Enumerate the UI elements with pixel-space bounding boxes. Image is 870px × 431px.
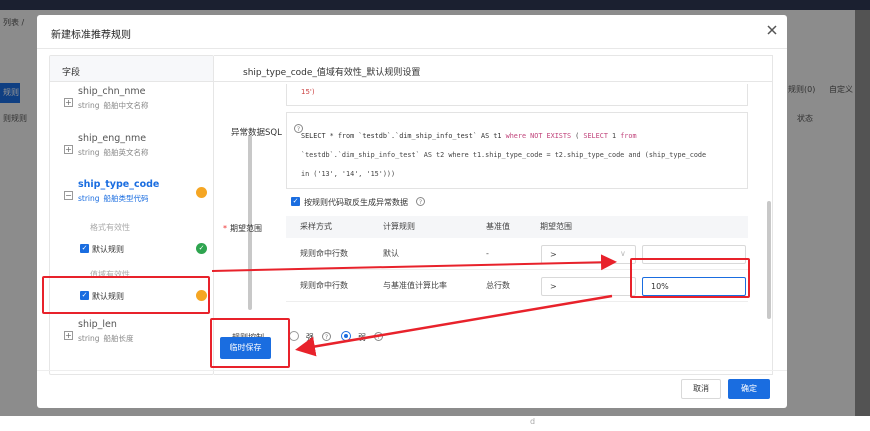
expand-icon[interactable]: + [64, 145, 73, 154]
expected-range-label: * 期望范围 [223, 224, 262, 233]
help-icon[interactable]: ? [374, 332, 383, 341]
generate-abnormal-label: 按规则代码取反生成异常数据 [304, 198, 408, 207]
field-item-ship-len[interactable]: + ship_len string 船舶长度 [50, 319, 210, 355]
field-name: ship_eng_nme [78, 133, 147, 144]
rule-settings-title: ship_type_code_值域有效性_默认规则设置 [214, 56, 772, 82]
field-type: string [78, 101, 100, 110]
field-type: string [78, 334, 100, 343]
radio-weak[interactable] [341, 331, 351, 341]
help-icon[interactable]: ? [416, 197, 425, 206]
field-panel-header: 字段 [50, 56, 213, 82]
sql-line-3: in ('13', '14', '15'))) [301, 170, 396, 178]
expand-icon[interactable]: + [64, 331, 73, 340]
sampling-method: 规则命中行数 [300, 281, 348, 290]
field-item-ship-eng-nme[interactable]: + ship_eng_nme string 船舶英文名称 [50, 133, 210, 169]
base-value: 总行数 [486, 281, 510, 290]
cancel-button[interactable]: 取消 [681, 379, 721, 399]
bottom-strip: d [0, 416, 870, 431]
close-icon[interactable] [764, 22, 780, 38]
operator-select[interactable]: > ∨ [541, 245, 636, 264]
sql-snippet: 15') [301, 88, 315, 96]
abnormal-sql-editor[interactable]: SELECT * from `testdb`.`dim_ship_info_te… [286, 112, 748, 189]
field-name: ship_len [78, 319, 117, 330]
column-header: 期望范围 [540, 222, 572, 231]
field-desc: 船舶长度 [103, 334, 134, 343]
field-desc: 船舶类型代码 [103, 194, 149, 203]
required-mark: * [223, 224, 227, 233]
radio-weak-label: 弱 [358, 333, 366, 342]
radio-strong-label: 强 [306, 333, 314, 342]
calc-rule: 默认 [383, 249, 399, 258]
top-bar [0, 0, 870, 10]
rule-settings-panel: ship_type_code_值域有效性_默认规则设置 15') 异常数据SQL… [214, 55, 773, 375]
sql-preview-top: 15') [286, 84, 748, 106]
subgroup-format: 格式有效性 [90, 223, 130, 232]
table-header: 采样方式 计算规则 基准值 期望范围 [286, 216, 748, 238]
modal-header: 新建标准推荐规则 [37, 15, 787, 49]
checkbox-icon[interactable]: ✓ [291, 197, 300, 206]
settings-scrollbar[interactable] [767, 201, 771, 319]
field-item-ship-type-code[interactable]: − ship_type_code string 船舶类型代码 [50, 179, 210, 215]
format-default-rule[interactable]: ✓ 默认规则 ✓ [68, 239, 210, 259]
expand-icon[interactable]: + [64, 98, 73, 107]
annotation-box-temp-save [210, 318, 290, 368]
field-type: string [78, 148, 100, 157]
radio-strong[interactable] [289, 331, 299, 341]
chevron-down-icon: ∨ [620, 249, 626, 258]
rule-modal: 新建标准推荐规则 字段 + ship_chn_nme string 船舶中文名称 … [37, 15, 787, 408]
success-status-icon: ✓ [196, 243, 207, 254]
checkbox-icon[interactable]: ✓ [80, 244, 89, 253]
collapse-icon[interactable]: − [64, 191, 73, 200]
abnormal-sql-label: 异常数据SQL [231, 128, 282, 138]
sql-line-2: `testdb`.`dim_ship_info_test` AS t2 wher… [301, 151, 707, 159]
field-type: string [78, 194, 100, 203]
sql-line-1: SELECT * from `testdb`.`dim_ship_info_te… [301, 132, 637, 140]
field-desc: 船舶英文名称 [103, 148, 149, 157]
sampling-method: 规则命中行数 [300, 249, 348, 258]
column-header: 采样方式 [300, 222, 332, 231]
field-name: ship_chn_nme [78, 86, 146, 97]
ok-button[interactable]: 确定 [728, 379, 770, 399]
footer-divider [37, 370, 787, 371]
column-header: 基准值 [486, 222, 510, 231]
field-panel: 字段 + ship_chn_nme string 船舶中文名称 + ship_en… [49, 55, 214, 375]
modal-title: 新建标准推荐规则 [51, 30, 131, 41]
warning-status-icon [196, 187, 207, 198]
field-name: ship_type_code [78, 179, 160, 190]
annotation-box-range-value [630, 258, 750, 298]
bottom-text: d [530, 417, 536, 426]
calc-rule: 与基准值计算比率 [383, 281, 447, 290]
field-item-ship-chn-nme[interactable]: + ship_chn_nme string 船舶中文名称 [50, 86, 210, 122]
column-header: 计算规则 [383, 222, 415, 231]
annotation-box-domain-rule [42, 276, 210, 314]
base-value: - [486, 249, 489, 258]
operator-select[interactable]: > [541, 277, 636, 296]
field-desc: 船舶中文名称 [103, 101, 149, 110]
rule-label: 默认规则 [92, 245, 124, 254]
help-icon[interactable]: ? [322, 332, 331, 341]
